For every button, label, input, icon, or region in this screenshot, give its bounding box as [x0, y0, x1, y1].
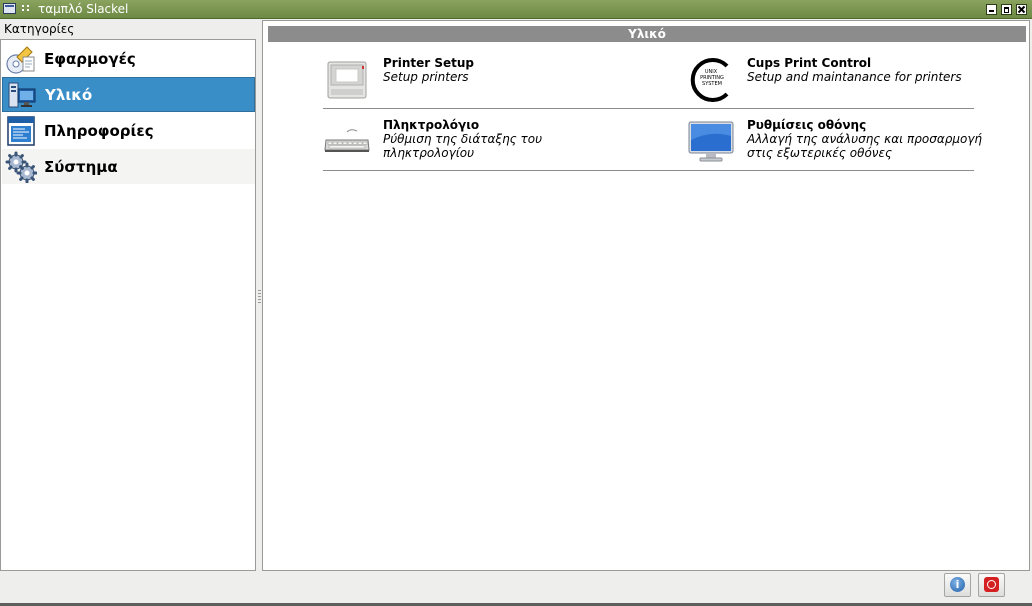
app-title: Printer Setup [383, 56, 474, 70]
sidebar-item-label: Εφαρμογές [44, 49, 136, 68]
pane-splitter-handle[interactable] [258, 290, 261, 304]
app-description: Αλλαγή της ανάλυσης και προσαρμογή στις … [747, 132, 983, 160]
categories-list: Εφαρμογές Υλικό Πληροφορίες Σύστημα [0, 39, 256, 571]
svg-text:SYSTEM: SYSTEM [702, 81, 722, 87]
information-icon [5, 115, 37, 147]
bottom-toolbar: i [0, 572, 1032, 606]
row-divider [323, 170, 974, 171]
power-icon [984, 577, 999, 592]
hardware-icon [6, 79, 38, 111]
app-cups-print-control[interactable]: UNIX PRINTING SYSTEM Cups Print Control … [687, 56, 987, 116]
app-title: Cups Print Control [747, 56, 872, 70]
app-description: Setup and maintanance for printers [747, 70, 962, 84]
monitor-icon [687, 118, 735, 166]
keyboard-icon [323, 118, 371, 166]
app-title: Ρυθμίσεις οθόνης [747, 118, 867, 132]
quit-button[interactable] [978, 573, 1005, 597]
about-button[interactable]: i [944, 573, 971, 597]
sidebar-item-label: Σύστημα [44, 157, 118, 176]
window-title: ταμπλό Slackel [38, 2, 129, 16]
minimize-button[interactable] [986, 4, 997, 15]
window-menu-icon[interactable] [20, 3, 31, 14]
sidebar-item-hardware[interactable]: Υλικό [2, 77, 255, 112]
categories-label: Κατηγορίες [4, 22, 75, 36]
sidebar-item-applications[interactable]: Εφαρμογές [2, 41, 255, 76]
applications-icon [5, 43, 37, 75]
app-keyboard[interactable]: Πληκτρολόγιο Ρύθμιση της διάταξης του πλ… [323, 118, 623, 178]
application-window: ταμπλό Slackel Κατηγορίες Εφαρμογές Υλικ… [0, 0, 1032, 606]
window-app-icon[interactable] [3, 3, 16, 14]
section-title: Υλικό [268, 26, 1026, 42]
sidebar-item-label: Υλικό [45, 85, 93, 104]
app-title: Πληκτρολόγιο [383, 118, 480, 132]
app-printer-setup[interactable]: Printer Setup Setup printers [323, 56, 623, 116]
close-icon [1017, 5, 1026, 14]
close-button[interactable] [1016, 4, 1027, 15]
sidebar-item-information[interactable]: Πληροφορίες [2, 113, 255, 148]
system-gears-icon [5, 151, 38, 183]
app-display-settings[interactable]: Ρυθμίσεις οθόνης Αλλαγή της ανάλυσης και… [687, 118, 987, 178]
maximize-button[interactable] [1001, 4, 1012, 15]
sidebar-item-system[interactable]: Σύστημα [2, 149, 255, 184]
app-description: Ρύθμιση της διάταξης του πληκτρολογίου [383, 132, 543, 160]
sidebar-item-label: Πληροφορίες [44, 121, 154, 140]
app-description: Setup printers [383, 70, 469, 84]
cups-icon: UNIX PRINTING SYSTEM [687, 56, 735, 104]
row-divider [323, 108, 974, 109]
applications-panel: Υλικό Printer Setup Setup printers UNIX … [262, 20, 1030, 571]
info-icon: i [950, 577, 965, 592]
title-bar[interactable]: ταμπλό Slackel [0, 0, 1032, 19]
printer-icon [323, 56, 371, 104]
